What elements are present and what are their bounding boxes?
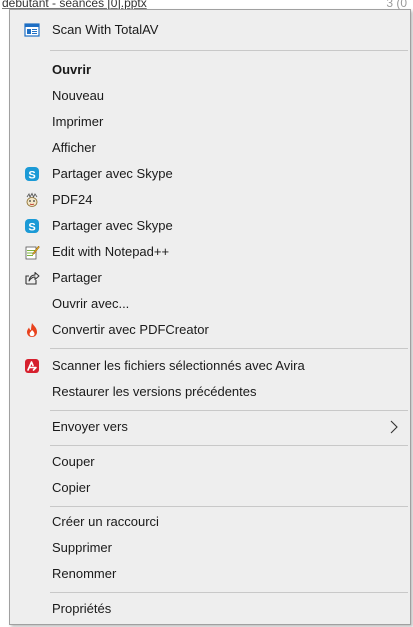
menu-separator [50,348,408,349]
menu-item-open-with[interactable]: Ouvrir avec... [12,292,408,316]
menu-separator [50,50,408,51]
menu-item-open[interactable]: Ouvrir [12,58,408,82]
menu-item-label: Ouvrir [52,62,92,77]
menu-item-label: Couper [52,454,95,469]
menu-item-print[interactable]: Imprimer [12,110,408,134]
menu-separator [50,506,408,507]
menu-item-share-skype[interactable]: S Partager avec Skype [12,162,408,186]
menu-item-send-to[interactable]: Envoyer vers [12,415,408,439]
menu-item-label: Imprimer [52,114,104,129]
menu-item-scan-avira[interactable]: Scanner les fichiers sélectionnés avec A… [12,354,408,378]
skype-icon: S [25,219,39,234]
menu-item-rename[interactable]: Renommer [12,562,408,586]
menu-separator [50,410,408,411]
chevron-right-icon [390,420,398,434]
menu-item-label: Envoyer vers [52,419,128,434]
menu-item-show[interactable]: Afficher [12,136,408,160]
menu-item-restore-versions[interactable]: Restaurer les versions précédentes [12,380,408,404]
menu-item-cut[interactable]: Couper [12,450,408,474]
menu-item-label: Partager avec Skype [52,218,173,233]
pdf24-icon [26,192,38,207]
menu-item-share-skype-2[interactable]: S Partager avec Skype [12,214,408,238]
menu-item-label: Copier [52,480,91,495]
menu-item-label: Afficher [52,140,96,155]
menu-item-share[interactable]: Partager [12,266,408,290]
menu-item-label: Partager avec Skype [52,166,173,181]
menu-item-label: Scan With TotalAV [52,22,159,37]
menu-item-convert-pdfcreator[interactable]: Convertir avec PDFCreator [12,318,408,342]
avira-icon [25,359,39,373]
menu-item-label: Scanner les fichiers sélectionnés avec A… [52,358,305,373]
menu-item-pdf24[interactable]: PDF24 [12,188,408,212]
menu-item-label: Partager [52,270,102,285]
menu-item-label: Restaurer les versions précédentes [52,384,257,399]
menu-separator [50,445,408,446]
menu-item-properties[interactable]: Propriétés [12,597,408,621]
menu-separator [50,592,408,593]
menu-item-label: Renommer [52,566,117,581]
menu-item-label: Edit with Notepad++ [52,244,170,259]
menu-item-edit-notepad[interactable]: Edit with Notepad++ [12,240,408,264]
notepad-plus-plus-icon [25,245,40,260]
menu-item-label: Créer un raccourci [52,514,159,529]
menu-item-label: Propriétés [52,601,112,616]
menu-item-delete[interactable]: Supprimer [12,536,408,560]
menu-item-label: Convertir avec PDFCreator [52,322,209,337]
menu-item-new[interactable]: Nouveau [12,84,408,108]
share-icon [25,272,40,285]
menu-item-copy[interactable]: Copier [12,476,408,500]
menu-item-label: PDF24 [52,192,93,207]
svg-text:S: S [28,222,35,234]
skype-icon: S [25,167,39,182]
menu-item-label: Ouvrir avec... [52,296,130,311]
menu-item-create-shortcut[interactable]: Créer un raccourci [12,510,408,534]
menu-item-label: Nouveau [52,88,105,103]
context-menu: Scan With TotalAV Ouvrir Nouveau Imprime… [9,9,411,625]
menu-item-scan-totalav[interactable]: Scan With TotalAV [12,18,408,42]
svg-text:S: S [28,170,35,182]
totalav-icon [24,23,40,37]
pdfcreator-icon [27,323,37,337]
menu-item-label: Supprimer [52,540,112,555]
